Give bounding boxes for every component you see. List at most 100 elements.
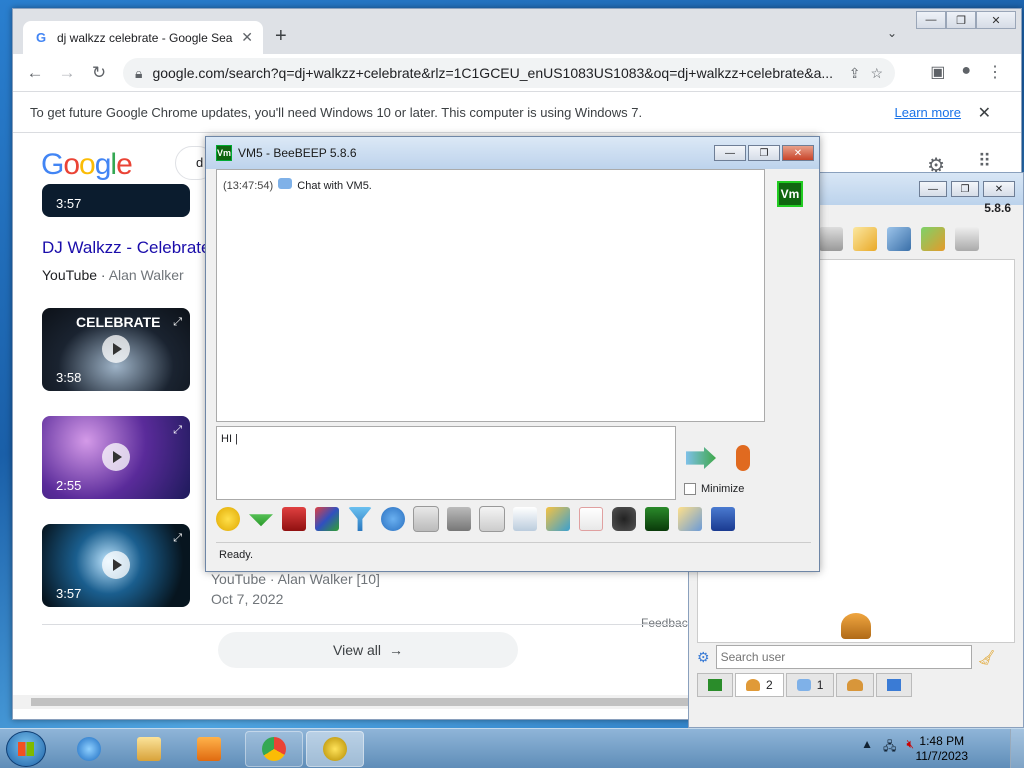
start-button[interactable]: [6, 731, 46, 767]
close-window-button[interactable]: ✕: [976, 11, 1016, 29]
file-send-icon[interactable]: [513, 507, 537, 531]
clock[interactable]: 1:48 PM 11/7/2023: [916, 734, 969, 764]
bookmark-star-icon[interactable]: ☆: [870, 65, 883, 82]
trash-icon[interactable]: [955, 227, 979, 251]
new-tab-button[interactable]: +: [275, 25, 287, 48]
apps-grid-icon[interactable]: ⠿: [978, 151, 991, 172]
vm-badge-icon: Vm: [216, 145, 232, 161]
minimize-checkbox[interactable]: [684, 483, 696, 495]
home-icon: [708, 679, 722, 691]
close-window-button[interactable]: ✕: [983, 181, 1015, 197]
dictionary-icon[interactable]: [447, 507, 471, 531]
show-hidden-icons-icon[interactable]: ▲: [861, 737, 873, 758]
minimize-button[interactable]: —: [916, 11, 946, 29]
menu-kebab-icon[interactable]: ⋮: [987, 62, 1003, 82]
tab-shares[interactable]: [876, 673, 913, 697]
volume-muted-icon[interactable]: 🔇︎: [906, 737, 914, 758]
share-icon[interactable]: ⇪: [849, 65, 861, 82]
feedback-link[interactable]: Feedbac: [641, 616, 688, 630]
play-icon[interactable]: [102, 551, 130, 579]
update-icon[interactable]: [921, 227, 945, 251]
minimize-button[interactable]: —: [919, 181, 947, 197]
filter-icon[interactable]: [348, 507, 372, 531]
address-bar[interactable]: 🔒︎ google.com/search?q=dj+walkzz+celebra…: [123, 58, 895, 88]
internet-explorer-icon: [77, 737, 101, 761]
side-panel-icon[interactable]: ▣: [930, 62, 945, 82]
message-input[interactable]: HI |: [216, 426, 676, 500]
infobar-close-icon[interactable]: ✕: [978, 103, 991, 123]
font-icon[interactable]: [282, 507, 306, 531]
reload-icon[interactable]: ↻: [83, 63, 115, 83]
tab-search-chevron-icon[interactable]: ⌄: [887, 26, 897, 40]
play-icon[interactable]: [102, 443, 130, 471]
folder-share-icon[interactable]: [546, 507, 570, 531]
network-icon[interactable]: 🖧︎: [883, 737, 896, 758]
result-title-link[interactable]: DJ Walkzz - Celebrate: [42, 238, 210, 258]
taskbar-ie[interactable]: [60, 731, 118, 767]
result-source: YouTube: [42, 267, 98, 283]
video-thumbnail[interactable]: ⤢ 2:55: [42, 416, 190, 499]
restore-button[interactable]: ❐: [951, 181, 979, 197]
emoticon-icon[interactable]: [216, 507, 240, 531]
taskbar-chrome[interactable]: [245, 731, 303, 767]
expand-icon[interactable]: ⤢: [173, 532, 182, 545]
tools-icon[interactable]: [887, 227, 911, 251]
restore-button[interactable]: ❐: [946, 11, 976, 29]
taskbar-beebeep[interactable]: [306, 731, 364, 767]
screenshot-camera-icon[interactable]: [612, 507, 636, 531]
restore-button[interactable]: ❐: [748, 145, 780, 161]
music-note-icon[interactable]: [479, 506, 505, 532]
scrollbar-thumb[interactable]: [31, 698, 691, 706]
chat-bubble-icon: [796, 679, 811, 691]
system-message: Chat with VM5.: [297, 180, 372, 192]
tab-google-search[interactable]: G dj walkzz celebrate - Google Search ✕: [23, 21, 263, 54]
search-user-input[interactable]: [715, 645, 972, 669]
horizontal-scrollbar[interactable]: [13, 695, 693, 709]
html-code-icon[interactable]: [579, 507, 603, 531]
settings-gear-icon[interactable]: ⚙: [697, 649, 710, 666]
tab-close-icon[interactable]: ✕: [241, 29, 253, 46]
show-desktop-button[interactable]: [1010, 729, 1024, 768]
minimize-option[interactable]: Minimize: [684, 483, 744, 495]
settings-gears-icon[interactable]: [381, 507, 405, 531]
tab-groups[interactable]: [836, 673, 875, 697]
chat-toolbar: [216, 506, 735, 532]
learn-more-link[interactable]: Learn more: [895, 105, 961, 120]
video-thumbnail[interactable]: 3:57: [42, 184, 190, 217]
forward-arrow-icon[interactable]: →: [51, 63, 83, 83]
edit-pencil-icon[interactable]: [853, 227, 877, 251]
minimize-button[interactable]: —: [714, 145, 746, 161]
note-icon[interactable]: [678, 507, 702, 531]
mail-icon[interactable]: [819, 227, 843, 251]
google-logo[interactable]: Google: [41, 148, 133, 182]
expand-icon[interactable]: ⤢: [173, 424, 182, 437]
chat-history[interactable]: (13:47:54) Chat with VM5.: [216, 169, 765, 422]
users-group-icon: [841, 613, 871, 639]
format-down-icon[interactable]: [249, 514, 273, 527]
view-all-button[interactable]: View all →: [218, 632, 518, 668]
arrow-right-icon: →: [389, 642, 403, 658]
send-arrow-icon[interactable]: [686, 447, 716, 469]
save-icon[interactable]: [711, 507, 735, 531]
close-window-button[interactable]: ✕: [782, 145, 814, 161]
thumbnail-caption: CELEBRATE: [76, 314, 161, 330]
back-arrow-icon[interactable]: ←: [19, 63, 51, 83]
play-icon[interactable]: [102, 335, 130, 363]
microphone-icon[interactable]: [736, 445, 750, 471]
profile-avatar-icon[interactable]: ●: [961, 62, 971, 82]
clear-broom-icon[interactable]: 🧹︎: [978, 649, 996, 666]
spellcheck-icon[interactable]: [413, 506, 439, 532]
lock-icon[interactable]: 🔒︎: [135, 65, 142, 82]
screen-icon[interactable]: [645, 507, 669, 531]
color-picker-icon[interactable]: [315, 507, 339, 531]
taskbar-explorer[interactable]: [120, 731, 178, 767]
taskbar-media-player[interactable]: [180, 731, 238, 767]
expand-icon[interactable]: ⤢: [173, 316, 182, 329]
tab-home[interactable]: [697, 673, 733, 697]
video-thumbnail[interactable]: CELEBRATE ⤢ 3:58: [42, 308, 190, 391]
user-avatar-vm[interactable]: Vm: [777, 181, 803, 207]
tab-chats[interactable]: 1: [785, 673, 835, 697]
tab-users[interactable]: 2: [735, 673, 784, 697]
video-thumbnail[interactable]: ⤢ 3:57: [42, 524, 190, 607]
chrome-icon: [262, 737, 286, 761]
